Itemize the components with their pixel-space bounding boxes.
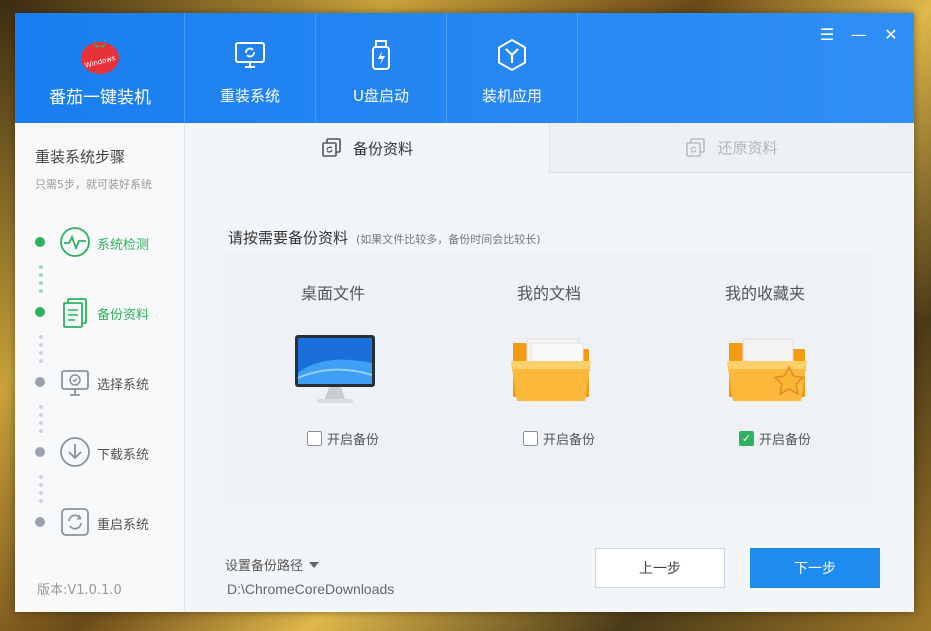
backup-path-toggle[interactable]: 设置备份路径 — [225, 555, 320, 574]
app-hex-icon — [498, 38, 526, 72]
step-download-system: 下载系统 — [15, 433, 185, 473]
monitor-refresh-icon — [235, 42, 265, 68]
minimize-icon[interactable]: — — [850, 25, 868, 45]
nav-reinstall-system[interactable]: 重装系统 — [185, 13, 316, 123]
backup-documents-checkbox[interactable]: 开启备份 — [523, 429, 595, 448]
tab-bar: 备份资料 还原资料 — [185, 123, 914, 173]
restart-icon — [61, 508, 89, 536]
prompt-text: 请按需要备份资料 — [228, 229, 349, 247]
sidebar-subtitle: 只需5步，就可装好系统 — [35, 178, 152, 191]
tab-label: 还原资料 — [717, 139, 778, 157]
next-step-button[interactable]: 下一步 — [750, 548, 880, 588]
favorites-folder-icon — [727, 338, 807, 401]
nav-label: 装机应用 — [481, 87, 542, 105]
backup-desktop-checkbox[interactable]: 开启备份 — [307, 429, 379, 448]
checkbox-box[interactable] — [523, 431, 538, 446]
step-label: 系统检测 — [97, 238, 150, 253]
backup-path-value: D:\ChromeCoreDownloads — [227, 581, 395, 597]
monitor-check-icon — [61, 370, 89, 396]
version-label: 版本:V1.0.1.0 — [37, 583, 122, 598]
step-dot — [35, 307, 45, 317]
nav-label: U盘启动 — [353, 87, 409, 105]
main-content: 备份资料 还原资料 请按需要备份资料 (如果文件比较多，备份时间会比较长) 桌面文… — [185, 123, 914, 612]
checkbox-box[interactable]: ✓ — [739, 431, 754, 446]
step-dot — [35, 377, 45, 387]
step-label: 重启系统 — [97, 518, 150, 533]
app-window: Windows 番茄一键装机 重装系统 U盘启动 装机应用 ☰ — ✕ 重装系统… — [15, 13, 914, 612]
tomato-logo-icon: Windows — [81, 42, 119, 74]
step-backup-data: 备份资料 — [15, 293, 185, 333]
brand: Windows 番茄一键装机 — [15, 13, 185, 123]
prompt-hint: (如果文件比较多，备份时间会比较长) — [356, 233, 541, 246]
card-title: 我的文档 — [516, 284, 581, 303]
tab-backup[interactable]: 备份资料 — [185, 123, 549, 173]
checkbox-label: 开启备份 — [327, 433, 380, 448]
step-label: 选择系统 — [97, 378, 150, 393]
nav-install-apps[interactable]: 装机应用 — [447, 13, 578, 123]
prev-step-button[interactable]: 上一步 — [595, 548, 725, 588]
step-dot — [35, 447, 45, 457]
backup-options-panel: 桌面文件 开启备份 我的文档 开启备份 我的收藏夹 ✓ 开启备份 — [225, 253, 873, 503]
app-title: 番茄一键装机 — [49, 88, 151, 108]
desktop-monitor-icon — [295, 335, 375, 403]
checkbox-box[interactable] — [307, 431, 322, 446]
card-title: 我的收藏夹 — [724, 284, 805, 303]
backup-prompt: 请按需要备份资料 (如果文件比较多，备份时间会比较长) — [228, 227, 541, 248]
backup-sync-icon — [322, 138, 341, 157]
card-title: 桌面文件 — [300, 284, 365, 303]
step-label: 备份资料 — [97, 308, 150, 323]
card-favorites: 我的收藏夹 ✓ 开启备份 — [657, 253, 873, 503]
tab-label: 备份资料 — [352, 139, 413, 158]
checkbox-label: 开启备份 — [759, 433, 812, 448]
caret-down-icon — [309, 561, 320, 568]
restore-sync-icon — [686, 137, 706, 157]
step-system-check: 系统检测 — [15, 223, 185, 263]
backup-favorites-checkbox[interactable]: ✓ 开启备份 — [739, 429, 811, 448]
folder-icon — [511, 338, 591, 401]
card-my-documents: 我的文档 开启备份 — [441, 253, 657, 503]
checkbox-label: 开启备份 — [543, 433, 596, 448]
path-label-text: 设置备份路径 — [225, 559, 304, 574]
menu-icon[interactable]: ☰ — [818, 25, 836, 45]
download-icon — [60, 437, 90, 467]
usb-icon — [372, 40, 390, 70]
step-dot — [35, 517, 45, 527]
nav-label: 重装系统 — [219, 87, 280, 105]
checkmark-icon: ✓ — [741, 432, 752, 445]
header-bar: Windows 番茄一键装机 重装系统 U盘启动 装机应用 ☰ — ✕ — [15, 13, 914, 123]
document-icon — [63, 298, 87, 328]
tab-restore[interactable]: 还原资料 — [549, 123, 913, 173]
steps-sidebar: 重装系统步骤 只需5步，就可装好系统 系统检测 备份资料 选择系统 下载系统 重… — [15, 123, 185, 612]
step-select-system: 选择系统 — [15, 363, 185, 403]
step-label: 下载系统 — [97, 448, 150, 463]
step-dot — [35, 237, 45, 247]
close-icon[interactable]: ✕ — [882, 25, 900, 45]
top-nav: 重装系统 U盘启动 装机应用 — [185, 13, 578, 123]
sidebar-title: 重装系统步骤 — [35, 148, 126, 166]
nav-usb-boot[interactable]: U盘启动 — [316, 13, 447, 123]
card-desktop-files: 桌面文件 开启备份 — [225, 253, 441, 503]
window-controls: ☰ — ✕ — [818, 25, 900, 45]
step-restart-system: 重启系统 — [15, 503, 185, 543]
pulse-check-icon — [60, 227, 90, 257]
